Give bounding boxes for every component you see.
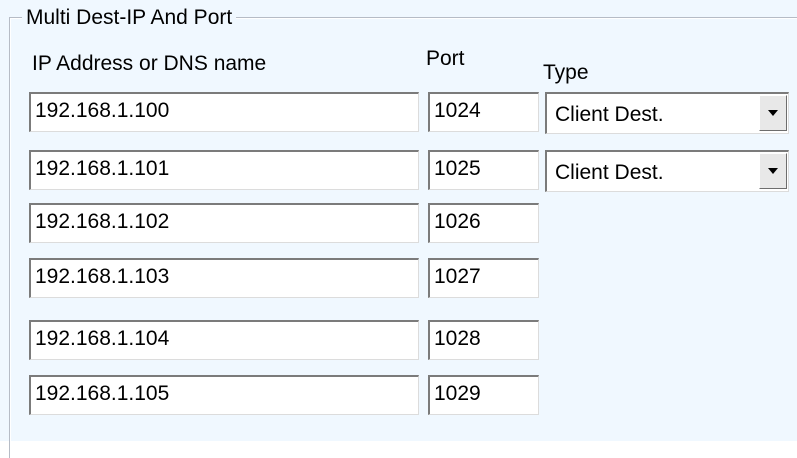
type-select-1[interactable]: Client Dest. [545, 92, 789, 134]
type-select-1-value: Client Dest. [555, 103, 664, 126]
settings-panel: Multi Dest-IP And Port IP Address or DNS… [0, 0, 797, 458]
chevron-down-icon [768, 110, 778, 116]
type-select-2-dropdown-button[interactable] [759, 153, 787, 189]
port-column-label: Port [426, 47, 465, 70]
type-select-2[interactable]: Client Dest. [545, 150, 789, 192]
type-select-1-dropdown-button[interactable] [759, 95, 787, 131]
ip-field-4[interactable]: 192.168.1.103 [29, 258, 419, 298]
port-field-4[interactable]: 1027 [428, 258, 539, 298]
chevron-down-icon [768, 168, 778, 174]
port-field-2[interactable]: 1025 [428, 150, 539, 190]
ip-field-6[interactable]: 192.168.1.105 [29, 375, 419, 415]
ip-field-3[interactable]: 192.168.1.102 [29, 203, 419, 243]
type-select-2-value: Client Dest. [555, 161, 664, 184]
port-field-6[interactable]: 1029 [428, 375, 539, 415]
ip-field-2[interactable]: 192.168.1.101 [29, 150, 419, 190]
group-title: Multi Dest-IP And Port [22, 6, 237, 30]
ip-field-5[interactable]: 192.168.1.104 [29, 320, 419, 360]
type-column-label: Type [543, 61, 589, 84]
port-field-5[interactable]: 1028 [428, 320, 539, 360]
port-field-1[interactable]: 1024 [428, 92, 539, 132]
port-field-3[interactable]: 1026 [428, 203, 539, 243]
ip-column-label: IP Address or DNS name [32, 52, 267, 75]
ip-field-1[interactable]: 192.168.1.100 [29, 92, 419, 132]
